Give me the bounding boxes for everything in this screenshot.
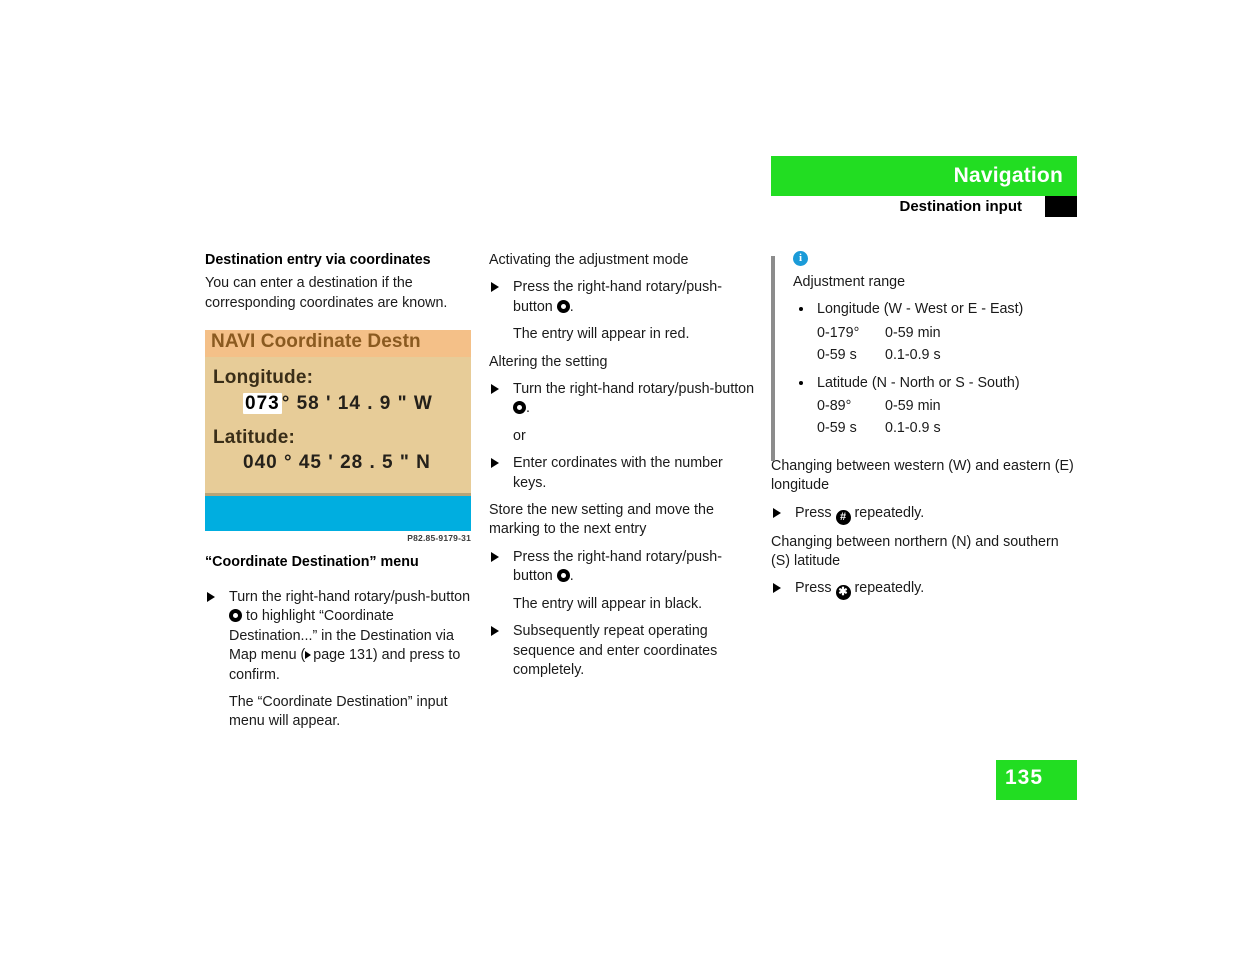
page-title: Navigation <box>953 164 1063 187</box>
navi-latitude-label: Latitude: <box>213 427 296 448</box>
navi-longitude-remainder: ° 58 ' 14 . 9 " W <box>281 393 433 414</box>
latitude-range-row-1: 0-89° 0-59 min <box>793 397 1077 416</box>
right-column: i Adjustment range Longitude (W - West o… <box>771 251 1077 608</box>
right-step-hash-after: repeatedly. <box>854 504 925 521</box>
hash-key-icon: # <box>835 509 851 525</box>
left-intro-paragraph: You can enter a destination if the corre… <box>205 275 448 311</box>
left-column: Destination entry via coordinates You ca… <box>205 251 477 325</box>
navi-screen-title: NAVI Coordinate Destn <box>211 331 421 352</box>
longitude-degrees-range: 0-179° <box>817 324 860 341</box>
latitude-seconds-range: 0-59 s <box>817 420 857 437</box>
info-bullet-longitude: Longitude (W - West or E - East) <box>793 300 1077 319</box>
black-tab-marker <box>1045 196 1077 217</box>
rotary-push-button-icon <box>556 299 570 313</box>
middle-step-4-period: . <box>569 568 574 585</box>
latitude-degrees-range: 0-89° <box>817 398 852 415</box>
navi-longitude-label: Longitude: <box>213 367 314 388</box>
step-triangle-icon <box>773 583 781 594</box>
longitude-range-row-2: 0-59 s 0.1-0.9 s <box>793 346 1077 365</box>
navi-screen-figure: NAVI Coordinate Destn Longitude: 073 ° 58… <box>205 330 471 531</box>
middle-step-1-result: The entry will appear in red. <box>513 326 690 343</box>
longitude-range-row-1: 0-179° 0-59 min <box>793 324 1077 343</box>
middle-step-1: Press the right-hand rotary/push-button … <box>489 278 757 317</box>
middle-step-4: Press the right-hand rotary/push-button … <box>489 548 757 587</box>
left-step-1-result: The “Coordinate Destination” input menu … <box>229 694 448 730</box>
step-triangle-icon <box>491 551 499 562</box>
info-bullet-latitude: Latitude (N - North or S - South) <box>793 374 1077 393</box>
middle-step-1-text: Press the right-hand rotary/push-button <box>513 279 722 315</box>
adjustment-range-info-box: i Adjustment range Longitude (W - West o… <box>771 251 1077 461</box>
navi-screen-titlebar: NAVI Coordinate Destn <box>205 330 471 357</box>
middle-step-4-result: The entry will appear in black. <box>513 595 703 612</box>
page-number: 135 <box>1005 766 1044 789</box>
latitude-minutes-range: 0-59 min <box>885 398 941 415</box>
info-heading: Adjustment range <box>793 274 906 290</box>
right-step-star-before: Press <box>795 580 832 597</box>
step-triangle-icon <box>491 458 499 469</box>
step-triangle-icon <box>491 626 499 637</box>
middle-heading-3: Store the new setting and move the marki… <box>489 502 714 538</box>
middle-step-3: Enter cordinates with the number keys. <box>489 454 757 493</box>
latitude-range-row-2: 0-59 s 0.1-0.9 s <box>793 419 1077 438</box>
left-section-heading: Destination entry via coordinates <box>205 252 431 268</box>
middle-or-label: or <box>513 427 526 444</box>
middle-step-2-period: . <box>526 400 530 417</box>
middle-step-1-period: . <box>569 298 574 315</box>
rotary-push-button-icon <box>513 401 526 415</box>
step-triangle-icon <box>491 384 499 395</box>
navi-longitude-degrees-highlight: 073 <box>243 393 282 414</box>
longitude-minutes-range: 0-59 min <box>885 324 941 341</box>
right-step-hash-before: Press <box>795 504 832 521</box>
middle-step-2: Turn the right-hand rotary/push-button . <box>489 380 757 419</box>
navi-latitude-value: 040 ° 45 ' 28 . 5 " N <box>243 452 431 473</box>
info-icon: i <box>793 251 808 266</box>
step-triangle-icon <box>491 282 499 293</box>
rotary-push-button-icon <box>556 569 570 583</box>
middle-heading-2: Altering the setting <box>489 353 608 370</box>
left-step-1-pageref[interactable]: page 131 <box>313 647 373 663</box>
navi-screen-bottom-bar <box>205 496 471 531</box>
middle-column: Activating the adjustment mode Press the… <box>489 251 757 688</box>
middle-heading-1: Activating the adjustment mode <box>489 252 689 268</box>
rotary-push-button-icon <box>229 609 242 623</box>
middle-step-5: Subsequently repeat operating sequence a… <box>489 622 757 680</box>
right-heading-longitude: Changing between western (W) and eastern… <box>771 457 1074 494</box>
bullet-dot-icon <box>799 307 803 312</box>
info-bullet-longitude-label: Longitude (W - West or E - East) <box>817 301 1024 318</box>
left-step-1: Turn the right-hand rotary/push-button t… <box>205 588 477 685</box>
info-bullet-latitude-label: Latitude (N - North or S - South) <box>817 374 1020 391</box>
longitude-seconds-range: 0-59 s <box>817 347 857 364</box>
right-step-star-after: repeatedly. <box>854 580 925 597</box>
bullet-dot-icon <box>799 380 803 385</box>
step-triangle-icon <box>773 507 781 518</box>
page-reference-icon <box>305 651 312 660</box>
navi-screen: NAVI Coordinate Destn Longitude: 073 ° 58… <box>205 330 471 531</box>
figure-caption: “Coordinate Destination” menu <box>205 554 419 570</box>
figure-code: P82.85-9179-31 <box>407 533 471 543</box>
info-box-rule <box>771 256 775 461</box>
page-header: Navigation Destination input <box>771 156 1077 218</box>
header-subtitle-row: Destination input <box>771 196 1077 218</box>
left-step-1-text-a: Turn the right-hand rotary/push-button <box>229 589 471 605</box>
navi-longitude-value: 073 ° 58 ' 14 . 9 " W <box>243 393 433 415</box>
longitude-subseconds-range: 0.1-0.9 s <box>885 347 941 364</box>
middle-step-2-text: Turn the right-hand rotary/push-button <box>513 381 755 398</box>
left-column-steps: Turn the right-hand rotary/push-button t… <box>205 580 477 740</box>
latitude-subseconds-range: 0.1-0.9 s <box>885 420 941 437</box>
right-heading-latitude: Changing between northern (N) and southe… <box>771 533 1059 570</box>
star-key-icon: ✱ <box>835 585 851 601</box>
right-step-hash: Press # repeatedly. <box>771 504 1077 525</box>
page-number-box: 135 <box>996 760 1077 800</box>
step-triangle-icon <box>207 592 215 602</box>
middle-step-3-text: Enter cordinates with the number keys. <box>513 455 723 491</box>
section-subtitle: Destination input <box>899 198 1023 215</box>
middle-step-5-text: Subsequently repeat operating sequence a… <box>513 623 718 678</box>
right-step-star: Press ✱ repeatedly. <box>771 579 1077 601</box>
middle-step-4-text: Press the right-hand rotary/push-button <box>513 548 722 585</box>
header-green-band: Navigation <box>771 156 1077 196</box>
